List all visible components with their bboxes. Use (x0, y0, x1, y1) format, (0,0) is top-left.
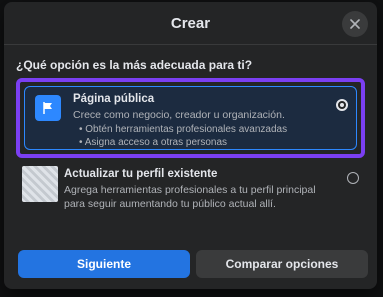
profile-picture (22, 166, 58, 202)
option-public-page[interactable]: Página pública Crece como negocio, cread… (16, 78, 365, 158)
compare-options-button[interactable]: Comparar opciones (196, 250, 368, 278)
dialog-footer: Siguiente Comparar opciones (4, 244, 377, 289)
bullet-item: Obtén herramientas profesionales avanzad… (79, 123, 287, 136)
option-description: Agrega herramientas profesionales a tu p… (64, 184, 316, 210)
next-button[interactable]: Siguiente (18, 250, 190, 278)
bullet-item: Asigna acceso a otras personas (79, 136, 287, 149)
option-description: Crece como negocio, creador u organizaci… (73, 109, 285, 121)
option-bullets: Obtén herramientas profesionales avanzad… (79, 123, 287, 149)
radio-unselected[interactable] (347, 172, 359, 184)
option-title: Actualizar tu perfil existente (64, 168, 218, 180)
option-title: Página pública (73, 93, 155, 105)
question-text: ¿Qué opción es la más adecuada para ti? (16, 58, 253, 72)
radio-selected[interactable] (336, 99, 348, 111)
option-public-page-card: Página pública Crece como negocio, cread… (24, 86, 357, 150)
dialog-title: Crear (170, 15, 211, 32)
close-icon (350, 19, 360, 29)
flag-icon (35, 95, 61, 121)
close-button[interactable] (342, 11, 368, 37)
option-update-profile[interactable]: Actualizar tu perfil existente Agrega he… (16, 162, 365, 218)
dialog-header: Crear (4, 2, 377, 45)
create-dialog: Crear ¿Qué opción es la más adecuada par… (4, 2, 377, 289)
